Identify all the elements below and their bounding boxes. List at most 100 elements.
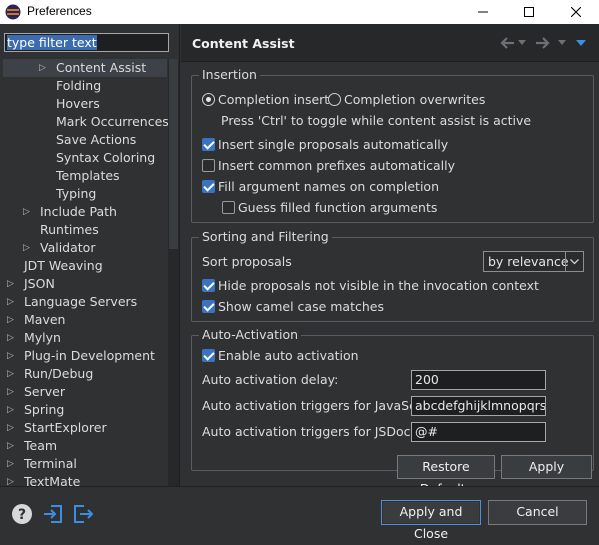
chevron-down-icon — [570, 258, 579, 264]
tree-item-label: TextMate — [24, 474, 81, 486]
export-icon[interactable] — [72, 503, 94, 525]
jsdoc-triggers-label: Auto activation triggers for JSDoc: — [202, 424, 415, 439]
common-prefixes-checkbox[interactable]: Insert common prefixes automatically — [202, 157, 455, 175]
back-arrow-icon — [500, 37, 514, 49]
js-triggers-input[interactable]: abcdefghijklmnopqrstuvwxyz — [411, 396, 546, 416]
checkbox-checked-icon — [202, 180, 215, 193]
title-bar: Preferences — [0, 0, 599, 24]
tree-scrollbar[interactable] — [168, 59, 179, 486]
tree-item-label: Folding — [56, 78, 102, 93]
forward-menu-button[interactable] — [558, 34, 566, 52]
maximize-button[interactable] — [506, 0, 552, 24]
camel-case-checkbox[interactable]: Show camel case matches — [202, 298, 384, 316]
completion-inserts-radio[interactable]: Completion inserts — [202, 91, 336, 109]
insertion-legend: Insertion — [199, 67, 260, 83]
tree-item-label: Run/Debug — [24, 366, 94, 381]
tree-item-label: Language Servers — [24, 294, 138, 309]
radio-unselected-icon — [328, 93, 341, 106]
checkbox-checked-icon — [202, 300, 215, 313]
tree-item-label: JSON — [24, 276, 55, 291]
single-proposals-checkbox[interactable]: Insert single proposals automatically — [202, 136, 448, 154]
expand-arrow-icon[interactable]: ▷ — [7, 275, 15, 293]
expand-arrow-icon[interactable]: ▷ — [39, 59, 47, 77]
tree-item-label: Runtimes — [40, 222, 99, 237]
tree-item-label: Save Actions — [56, 132, 137, 147]
page-title: Content Assist — [192, 36, 295, 51]
import-icon[interactable] — [42, 503, 64, 525]
eclipse-app-icon — [5, 4, 21, 20]
completion-overwrites-label: Completion overwrites — [344, 92, 486, 107]
expand-arrow-icon[interactable]: ▷ — [7, 365, 15, 383]
delay-input[interactable]: 200 — [411, 370, 546, 390]
sort-proposals-select[interactable]: by relevance — [483, 251, 584, 272]
tree-item-label: Mark Occurrences — [56, 114, 168, 129]
expand-arrow-icon[interactable]: ▷ — [23, 239, 31, 257]
preference-tree: ▷ Content Assist Folding Hovers Mark Occurre… — [0, 59, 168, 486]
apply-and-close-button[interactable]: Apply and Close — [381, 500, 481, 541]
expand-arrow-icon[interactable]: ▷ — [7, 311, 15, 329]
maximize-icon — [524, 7, 534, 17]
tree-item-label: Hovers — [56, 96, 100, 111]
expand-arrow-icon[interactable]: ▷ — [7, 383, 15, 401]
apply-button[interactable]: Apply — [501, 455, 592, 479]
hide-not-visible-checkbox[interactable]: Hide proposals not visible in the invoca… — [202, 277, 539, 295]
minimize-button[interactable] — [460, 0, 506, 24]
checkbox-checked-icon — [202, 138, 215, 151]
preference-page: Content Assist Insertion Completion inse… — [181, 24, 599, 496]
help-icon[interactable]: ? — [11, 503, 33, 525]
expand-arrow-icon[interactable]: ▷ — [7, 329, 15, 347]
checkbox-unchecked-icon — [202, 159, 215, 172]
checkbox-checked-icon — [202, 279, 215, 292]
dropdown-button[interactable] — [565, 252, 583, 271]
enable-auto-activation-label: Enable auto activation — [218, 348, 359, 363]
view-menu-icon — [576, 39, 586, 46]
expand-arrow-icon[interactable]: ▷ — [7, 401, 15, 419]
expand-arrow-icon[interactable]: ▷ — [7, 473, 15, 486]
expand-arrow-icon[interactable]: ▷ — [7, 419, 15, 437]
fill-arguments-label: Fill argument names on completion — [218, 179, 439, 194]
back-menu-button[interactable] — [518, 34, 526, 52]
sorting-legend: Sorting and Filtering — [199, 229, 332, 245]
camel-case-label: Show camel case matches — [218, 299, 384, 314]
fill-arguments-checkbox[interactable]: Fill argument names on completion — [202, 178, 439, 196]
filter-text: type filter text — [7, 35, 97, 50]
tree-item[interactable]: ▷ Content Assist — [3, 59, 167, 77]
expand-arrow-icon[interactable]: ▷ — [23, 203, 31, 221]
guess-arguments-checkbox[interactable]: Guess filled function arguments — [222, 199, 437, 217]
expand-arrow-icon[interactable]: ▷ — [7, 293, 15, 311]
forward-arrow-icon — [536, 37, 550, 49]
close-button[interactable] — [553, 0, 599, 24]
completion-inserts-label: Completion inserts — [218, 92, 336, 107]
back-button[interactable] — [499, 34, 515, 52]
hide-not-visible-label: Hide proposals not visible in the invoca… — [218, 278, 539, 293]
forward-button[interactable] — [535, 34, 551, 52]
enable-auto-activation-checkbox[interactable]: Enable auto activation — [202, 347, 359, 365]
auto-activation-group: Auto-Activation Enable auto activation A… — [191, 327, 594, 471]
chevron-down-icon — [558, 40, 566, 45]
tree-item-label: Team — [24, 438, 58, 453]
cancel-button[interactable]: Cancel — [488, 500, 587, 525]
tree-item-label: StartExplorer — [24, 420, 107, 435]
checkbox-checked-icon — [202, 349, 215, 362]
expand-arrow-icon[interactable]: ▷ — [7, 437, 15, 455]
completion-overwrites-radio[interactable]: Completion overwrites — [328, 91, 485, 109]
view-menu-button[interactable] — [576, 34, 586, 52]
single-proposals-label: Insert single proposals automatically — [218, 137, 449, 152]
guess-arguments-label: Guess filled function arguments — [238, 200, 438, 215]
tree-item-label: Spring — [24, 402, 65, 417]
expand-arrow-icon[interactable]: ▷ — [7, 455, 15, 473]
auto-activation-legend: Auto-Activation — [199, 327, 302, 343]
filter-input[interactable]: type filter text — [4, 33, 169, 52]
expand-arrow-icon[interactable]: ▷ — [7, 347, 15, 365]
tree-item-label: Content Assist — [56, 60, 147, 75]
sort-proposals-label: Sort proposals — [202, 254, 292, 269]
tree-item-label: Typing — [56, 186, 97, 201]
tree-item-label: Include Path — [40, 204, 117, 219]
jsdoc-triggers-input[interactable]: @# — [411, 422, 546, 442]
chevron-down-icon — [518, 40, 526, 45]
tree-item-label: Mylyn — [24, 330, 61, 345]
tree-item-label: Validator — [40, 240, 96, 255]
js-triggers-label: Auto activation triggers for JavaScript: — [202, 398, 442, 413]
scrollbar-thumb[interactable] — [169, 59, 178, 249]
restore-defaults-button[interactable]: Restore Defaults — [397, 455, 495, 496]
